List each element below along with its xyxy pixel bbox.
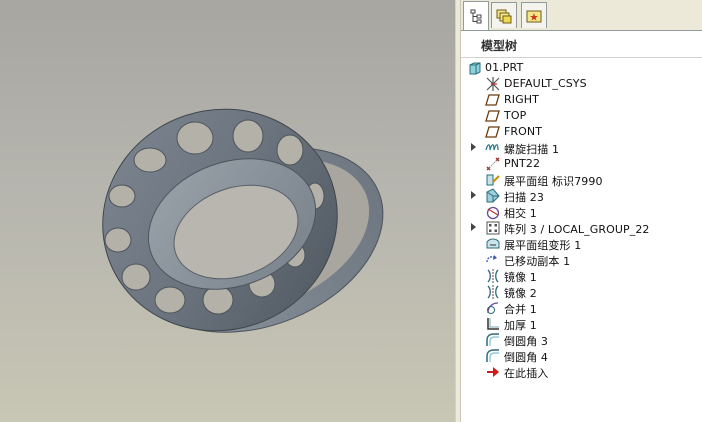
tree-item-round-4[interactable]: 倒圆角 4 — [461, 348, 702, 364]
tree-root[interactable]: 01.PRT — [461, 60, 702, 76]
thicken-icon — [487, 318, 499, 330]
round-icon — [486, 333, 499, 346]
tree-item-flatten-quilt[interactable]: 展平面组 标识7990 — [461, 172, 702, 188]
navigator-panel: 模型树 01.PRT DEFAULT_CSYS RIGHT TOP FRONT … — [461, 0, 702, 422]
helical-sweep-icon — [485, 144, 499, 151]
round-icon — [486, 349, 499, 362]
model-tree-tab[interactable] — [463, 1, 489, 30]
expand-arrow-icon[interactable] — [471, 223, 476, 231]
tree-header: 模型树 — [461, 31, 702, 58]
tree-item-sweep[interactable]: 扫描 23 — [461, 188, 702, 204]
tree-item-right[interactable]: RIGHT — [461, 92, 702, 108]
tree-item-merge[interactable]: 合并 1 — [461, 300, 702, 316]
3d-graphics-viewport[interactable] — [0, 0, 455, 422]
mirror-icon — [487, 285, 499, 299]
tree-item-intersect[interactable]: 相交 1 — [461, 204, 702, 220]
merge-icon — [487, 302, 499, 314]
tree-header-title: 模型树 — [481, 39, 518, 53]
layers-tab-icon — [496, 9, 512, 23]
expand-arrow-icon[interactable] — [471, 143, 476, 151]
datum-plane-icon — [485, 126, 500, 138]
flatten-deform-icon — [486, 238, 500, 249]
tree-item-thicken[interactable]: 加厚 1 — [461, 316, 702, 332]
tree-item-moved-copy[interactable]: 已移动副本 1 — [461, 252, 702, 268]
tree-item-pattern[interactable]: 阵列 3 / LOCAL_GROUP_22 — [461, 220, 702, 236]
favorites-tab[interactable] — [521, 2, 547, 28]
tree-item-flatten-deform[interactable]: 展平面组变形 1 — [461, 236, 702, 252]
tree-item-mirror-1[interactable]: 镜像 1 — [461, 268, 702, 284]
tree-item-helical-sweep[interactable]: 螺旋扫描 1 — [461, 140, 702, 156]
tree-item-front[interactable]: FRONT — [461, 124, 702, 140]
expand-arrow-icon[interactable] — [471, 191, 476, 199]
datum-plane-icon — [485, 110, 500, 122]
part-icon — [469, 62, 481, 75]
tree-item-round-3[interactable]: 倒圆角 3 — [461, 332, 702, 348]
navigator-tabs — [461, 0, 702, 31]
tree-root-label: 01.PRT — [485, 61, 524, 74]
intersect-icon — [486, 206, 500, 220]
tree-item-insert-here[interactable]: 在此插入 — [461, 364, 702, 380]
favorites-tab-icon — [526, 10, 542, 22]
sweep-icon — [486, 188, 500, 203]
csys-icon — [486, 77, 500, 91]
pattern-icon — [486, 221, 500, 235]
tree-item-pnt22[interactable]: PNT22 — [461, 156, 702, 172]
datum-point-icon — [486, 157, 500, 171]
layers-tab[interactable] — [491, 2, 517, 28]
cage-ring — [102, 108, 338, 332]
tree-item-top[interactable]: TOP — [461, 108, 702, 124]
model-tree-tab-icon — [470, 9, 482, 24]
tree-item-mirror-2[interactable]: 镜像 2 — [461, 284, 702, 300]
mirror-icon — [487, 269, 499, 283]
tree-item-csys[interactable]: DEFAULT_CSYS — [461, 76, 702, 92]
moved-copy-icon — [486, 255, 497, 263]
flatten-quilt-icon — [486, 174, 500, 186]
bearing-cage-model — [102, 108, 384, 333]
insert-here-arrow-icon — [487, 367, 499, 377]
datum-plane-icon — [485, 94, 500, 106]
